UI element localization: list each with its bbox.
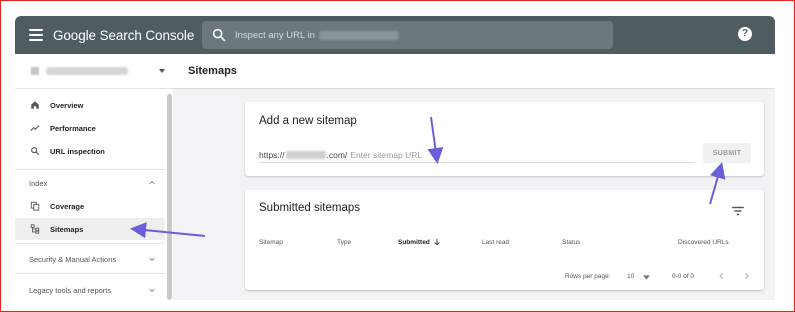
chevron-down-icon: [159, 69, 165, 73]
caret-down-icon: [643, 275, 650, 280]
section-label: Legacy tools and reports: [29, 285, 112, 295]
trending-up-icon: [30, 123, 40, 133]
url-inspect-search-bar[interactable]: Inspect any URL in: [202, 21, 613, 49]
sidebar-item-label: Coverage: [50, 201, 85, 211]
sidebar-divider: [15, 243, 165, 244]
search-icon: [30, 146, 40, 156]
sidebar-item-overview[interactable]: Overview: [15, 94, 165, 116]
chevron-right-icon[interactable]: [742, 271, 751, 281]
sidebar-divider: [15, 169, 165, 170]
url-suffix: .com/: [326, 150, 348, 160]
search-console-app: Google Search Console Inspect any URL in…: [15, 16, 775, 300]
property-selector[interactable]: [15, 54, 173, 89]
chevron-down-icon: [149, 257, 155, 261]
hamburger-menu-icon[interactable]: [29, 29, 43, 41]
column-header-sitemap[interactable]: Sitemap: [259, 239, 283, 246]
sidebar-item-label: URL inspection: [50, 146, 105, 156]
card-title: Submitted sitemaps: [259, 202, 360, 214]
sidebar-scrollbar[interactable]: [167, 94, 172, 300]
section-label: Security & Manual Actions: [29, 254, 117, 264]
help-icon[interactable]: ?: [738, 27, 752, 41]
app-title: Google Search Console: [53, 27, 195, 43]
redacted-property-name: [46, 67, 128, 75]
chevron-down-icon: [149, 288, 155, 292]
sidebar-item-sitemaps[interactable]: Sitemaps: [15, 218, 165, 240]
chevron-up-icon: [149, 181, 155, 185]
pagination-range: 0-0 of 0: [672, 273, 695, 280]
sidebar-divider: [15, 273, 165, 274]
submitted-sitemaps-card: Submitted sitemaps Sitemap Type Submitte…: [245, 190, 764, 290]
column-header-status[interactable]: Status: [562, 239, 580, 246]
url-prefix: https://: [259, 150, 285, 160]
sidebar-item-label: Sitemaps: [50, 224, 84, 234]
card-title: Add a new sitemap: [259, 115, 357, 127]
copy-icon: [30, 201, 40, 211]
arrow-down-icon: [434, 239, 440, 246]
search-placeholder: Inspect any URL in: [235, 29, 315, 41]
sidebar-item-url-inspection[interactable]: URL inspection: [15, 140, 165, 162]
sidebar-section-legacy[interactable]: Legacy tools and reports: [15, 280, 165, 300]
page-title: Sitemaps: [188, 65, 237, 77]
main-content: Sitemaps Add a new sitemap https:// .com…: [173, 54, 775, 300]
sidebar-section-security[interactable]: Security & Manual Actions: [15, 249, 165, 269]
filter-icon[interactable]: [731, 205, 745, 217]
page-header: Sitemaps: [173, 54, 775, 89]
top-app-bar: Google Search Console Inspect any URL in…: [15, 16, 775, 54]
column-header-last-read[interactable]: Last read: [482, 239, 509, 246]
input-placeholder: Enter sitemap URL: [350, 150, 423, 160]
sidebar-item-performance[interactable]: Performance: [15, 117, 165, 139]
sidebar-item-label: Overview: [50, 100, 84, 110]
section-label: Index: [29, 178, 48, 188]
column-header-submitted[interactable]: Submitted: [398, 239, 430, 246]
redacted-domain: [285, 151, 326, 159]
column-header-discovered-urls[interactable]: Discovered URLs: [678, 239, 729, 246]
sidebar: Overview Performance URL inspection Inde…: [15, 54, 173, 300]
chevron-left-icon[interactable]: [717, 271, 726, 281]
search-icon: [212, 28, 226, 42]
column-header-type[interactable]: Type: [337, 239, 351, 246]
sidebar-section-index[interactable]: Index: [15, 173, 165, 193]
property-favicon: [31, 67, 39, 75]
sidebar-item-label: Performance: [50, 123, 96, 133]
redacted-domain: [318, 30, 399, 40]
add-sitemap-card: Add a new sitemap https:// .com/ Enter s…: [245, 102, 764, 176]
home-icon: [30, 100, 40, 110]
sidebar-item-coverage[interactable]: Coverage: [15, 195, 165, 217]
sitemap-icon: [30, 224, 40, 234]
sitemap-url-input[interactable]: https:// .com/ Enter sitemap URL: [259, 148, 694, 163]
rows-per-page-select[interactable]: 10: [627, 273, 634, 280]
submit-button[interactable]: SUBMIT: [703, 143, 751, 163]
rows-per-page-label: Rows per page:: [565, 273, 611, 280]
